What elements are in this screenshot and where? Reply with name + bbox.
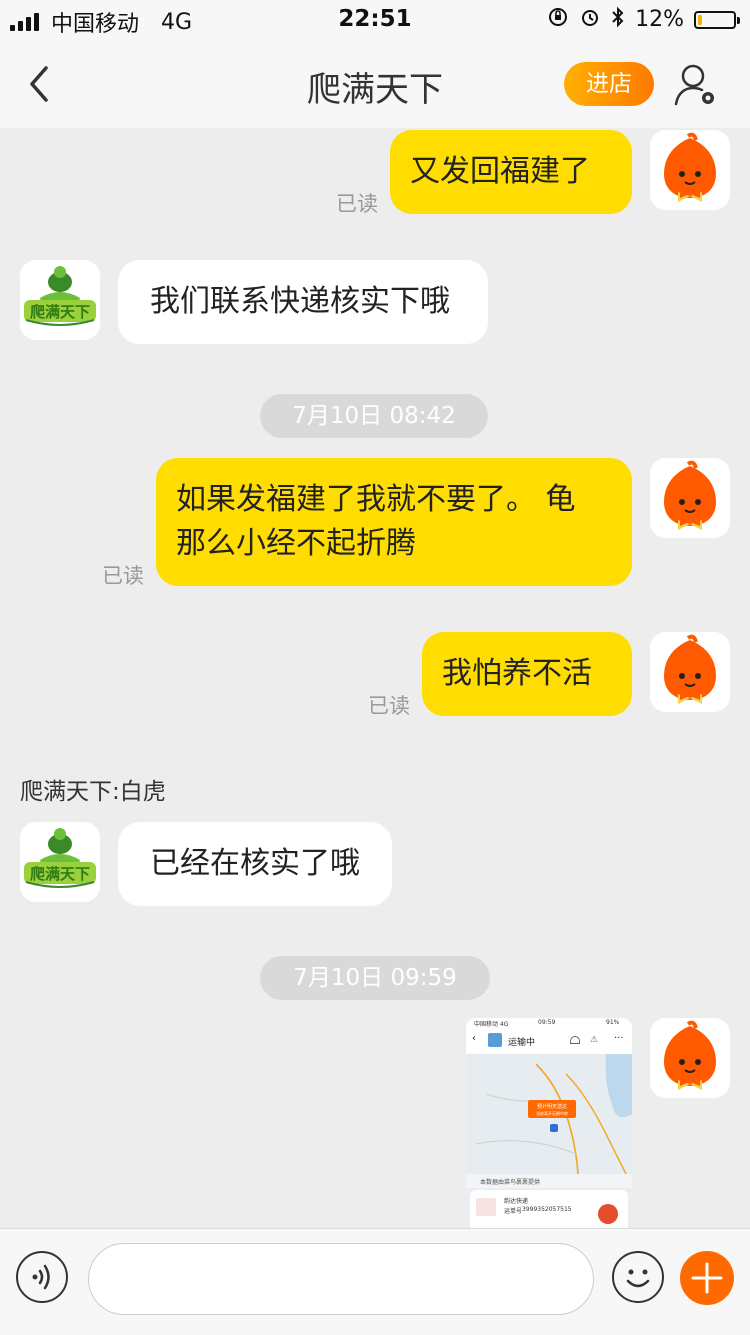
battery-percent: 12% [635,7,684,32]
shop-avatar[interactable]: 爬满天下 [20,260,100,340]
thumb-package-icon [488,1033,502,1047]
voice-button[interactable] [16,1251,68,1303]
thumb-tracking-number: 3999352057515 [522,1206,572,1213]
enter-store-button[interactable]: 进店 [564,62,654,106]
thumb-status-bar: 中国移动 4G 09:59 91% [466,1018,632,1028]
bluetooth-icon [611,6,625,33]
thumb-back-icon: ‹ [472,1033,476,1044]
more-button[interactable] [680,1251,734,1305]
status-right: 12% [547,6,740,33]
thumb-badge-line1: 预计明天送达 [537,1103,567,1110]
rotation-lock-icon [547,6,569,33]
message-text: 又发回福建了 [410,154,590,189]
sender-label: 爬满天下:白虎 [20,779,166,805]
their-message-bubble[interactable]: 我们联系快递核实下哦 [118,260,488,344]
thumb-more-icon: ··· [614,1033,624,1044]
my-message-bubble[interactable]: 又发回福建了 [390,130,632,214]
shipment-screenshot-message[interactable]: 中国移动 4G 09:59 91% ‹ 运输中 ⚠ ··· 预计明天送达 当前离… [466,1018,632,1228]
thumb-map: 预计明天送达 当前离开石狮中转 [466,1054,632,1174]
their-message-bubble[interactable]: 已经在核实了哦 [118,822,392,906]
read-receipt: 已读 [368,694,410,718]
message-text-line1: 如果发福建了我就不要了。 龟 [176,482,576,517]
battery-icon [694,10,740,29]
read-receipt: 已读 [336,192,378,216]
emoji-button[interactable] [612,1251,664,1303]
voice-icon [32,1264,50,1290]
plus-icon [691,1262,723,1294]
thumb-headset-icon [570,1036,580,1044]
input-bar [0,1228,750,1335]
thumb-header: ‹ 运输中 ⚠ ··· [466,1028,632,1054]
user-settings-icon [674,64,714,106]
turtle-logo-icon [20,260,100,340]
thumb-time: 09:59 [538,1019,556,1026]
thumb-source-text: 本数据由菜鸟裹裹提供 [480,1179,541,1186]
my-message-bubble[interactable]: 如果发福建了我就不要了。 龟 那么小经不起折腾 [156,458,632,586]
nav-bar: 爬满天下 进店 [0,40,750,128]
shop-logo-text: 爬满天下 [29,865,90,883]
thumb-tracking-label: 运单号 [504,1208,523,1215]
thumb-carrier: 中国移动 4G [474,1021,509,1028]
user-settings-button[interactable] [672,60,722,110]
thumb-source-note: 本数据由菜鸟裹裹提供 [466,1174,632,1188]
chat-thread[interactable]: 已读 又发回福建了 爬满天下 我们联系快递核实下哦 7月10日 08:42 已读… [0,128,750,1228]
status-bar: 中国移动 4G 22:51 12% [0,0,750,40]
thumb-badge-line2: 当前离开石狮中转 [536,1110,568,1116]
thumb-title: 运输中 [508,1038,536,1048]
battery-fill [698,14,703,25]
my-avatar[interactable] [650,130,730,210]
thumb-red-packet-icon [598,1204,618,1224]
alarm-icon [579,6,601,33]
message-text-line2: 那么小经不起折腾 [176,526,416,561]
timestamp: 7月10日 08:42 [260,394,488,438]
my-avatar[interactable] [650,458,730,538]
timestamp: 7月10日 09:59 [260,956,490,1000]
thumb-courier-name: 韵达快递 [504,1198,529,1205]
shop-logo-text: 爬满天下 [29,303,90,321]
my-avatar[interactable] [650,632,730,712]
message-text: 我怕养不活 [442,656,592,691]
mascot-avatar-icon [650,632,730,712]
my-message-bubble[interactable]: 我怕养不活 [422,632,632,716]
turtle-logo-icon [20,822,100,902]
emoji-icon [626,1269,650,1288]
thumb-courier-card: 韵达快递 运单号 3999352057515 [470,1190,628,1228]
message-input[interactable] [88,1243,594,1315]
mascot-avatar-icon [650,458,730,538]
shop-avatar[interactable]: 爬满天下 [20,822,100,902]
read-receipt: 已读 [102,564,144,588]
mascot-avatar-icon [650,130,730,210]
mascot-avatar-icon [650,1018,730,1098]
my-avatar[interactable] [650,1018,730,1098]
thumb-courier-logo [476,1198,496,1216]
message-text: 已经在核实了哦 [150,846,360,881]
message-text: 我们联系快递核实下哦 [150,284,450,319]
thumb-warning-icon: ⚠ [590,1035,599,1045]
thumb-battery: 91% [606,1019,620,1026]
